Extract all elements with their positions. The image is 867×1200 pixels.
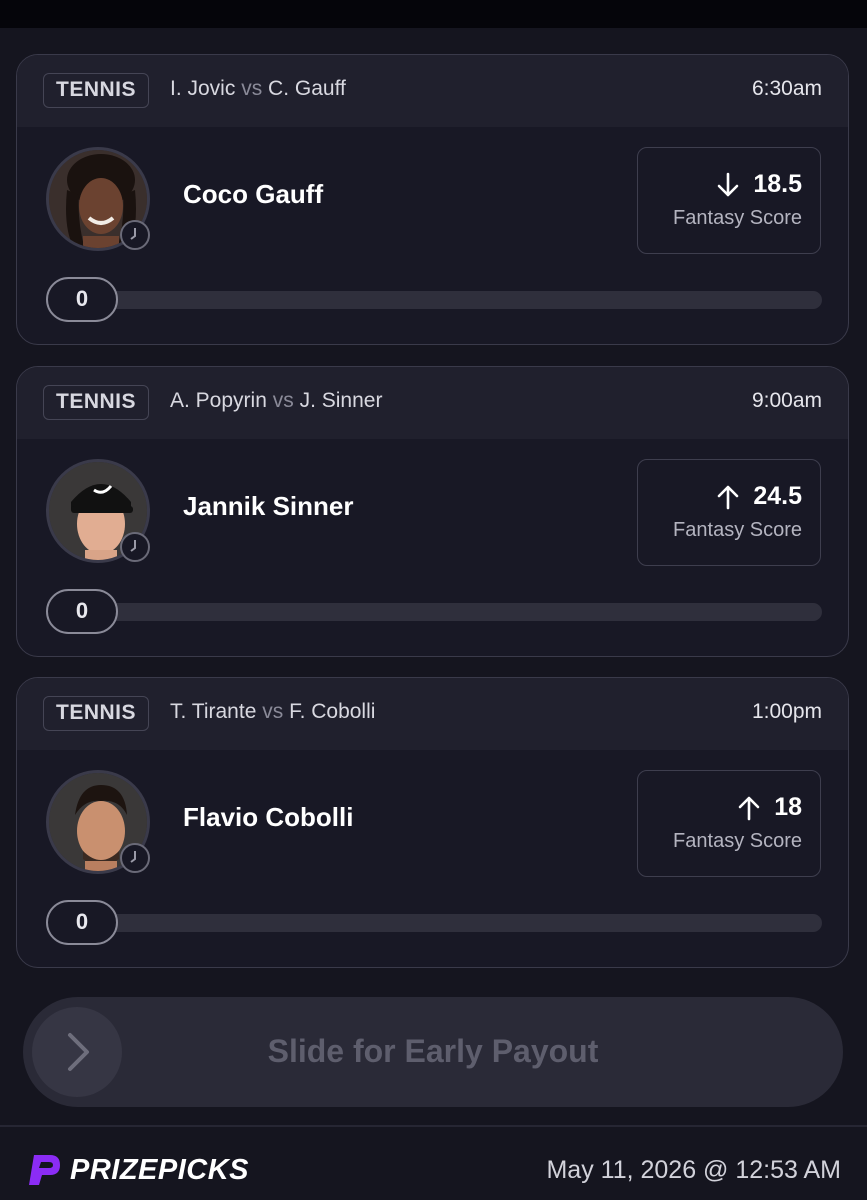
arrow-up-icon <box>718 485 739 509</box>
player-name: Jannik Sinner <box>183 491 354 521</box>
arrow-down-icon <box>718 172 739 196</box>
slider-handle[interactable] <box>32 1007 122 1097</box>
chevron-right-icon <box>68 1033 89 1071</box>
current-score: 0 <box>46 277 118 322</box>
pick-card-gauff[interactable]: TENNIS I. Jovic vs C. Gauff 6:30am Coco … <box>16 54 849 345</box>
match-time: 9:00am <box>751 389 822 412</box>
timestamp: May 11, 2026 @ 12:53 AM <box>546 1156 841 1184</box>
projection-box[interactable]: 18 Fantasy Score <box>637 770 821 877</box>
sport-badge: TENNIS <box>43 73 150 108</box>
projection-line: 18 <box>774 793 802 821</box>
current-score: 0 <box>46 589 118 634</box>
projection-line: 18.5 <box>753 170 802 198</box>
brand: PRIZEPICKS <box>26 1152 249 1188</box>
clock-icon <box>120 532 150 562</box>
prizepicks-logo-icon <box>29 1155 60 1185</box>
card-header: TENNIS I. Jovic vs C. Gauff 6:30am <box>17 55 848 127</box>
matchup: T. Tirante vs F. Cobolli <box>170 700 376 723</box>
match-time: 1:00pm <box>751 700 822 723</box>
arrow-up-icon <box>738 796 760 820</box>
pick-card-cobolli[interactable]: TENNIS T. Tirante vs F. Cobolli 1:00pm F… <box>16 677 849 968</box>
early-payout-slider[interactable]: Slide for Early Payout <box>23 997 843 1107</box>
progress-track <box>47 291 822 309</box>
projection-box[interactable]: 24.5 Fantasy Score <box>637 459 821 566</box>
pick-card-sinner[interactable]: TENNIS A. Popyrin vs J. Sinner 9:00am Ja… <box>16 366 849 657</box>
player-name: Flavio Cobolli <box>183 802 354 832</box>
brand-name: PRIZEPICKS <box>70 1153 250 1186</box>
stat-type: Fantasy Score <box>673 830 802 852</box>
clock-icon <box>120 220 150 250</box>
card-header: TENNIS A. Popyrin vs J. Sinner 9:00am <box>17 367 848 439</box>
slider-label: Slide for Early Payout <box>267 1033 599 1069</box>
stat-type: Fantasy Score <box>673 519 802 541</box>
projection-box[interactable]: 18.5 Fantasy Score <box>637 147 821 254</box>
projection-line: 24.5 <box>753 482 802 510</box>
progress-track <box>47 914 822 932</box>
current-score: 0 <box>46 900 118 945</box>
sport-badge: TENNIS <box>43 385 150 420</box>
matchup: A. Popyrin vs J. Sinner <box>170 389 383 412</box>
stat-type: Fantasy Score <box>673 207 802 229</box>
progress-track <box>47 603 822 621</box>
card-header: TENNIS T. Tirante vs F. Cobolli 1:00pm <box>17 678 848 750</box>
footer-divider <box>0 1125 867 1127</box>
status-bar <box>0 0 867 28</box>
clock-icon <box>120 843 150 873</box>
player-name: Coco Gauff <box>183 179 324 209</box>
sport-badge: TENNIS <box>43 696 150 731</box>
match-time: 6:30am <box>751 77 822 100</box>
matchup: I. Jovic vs C. Gauff <box>170 77 346 100</box>
